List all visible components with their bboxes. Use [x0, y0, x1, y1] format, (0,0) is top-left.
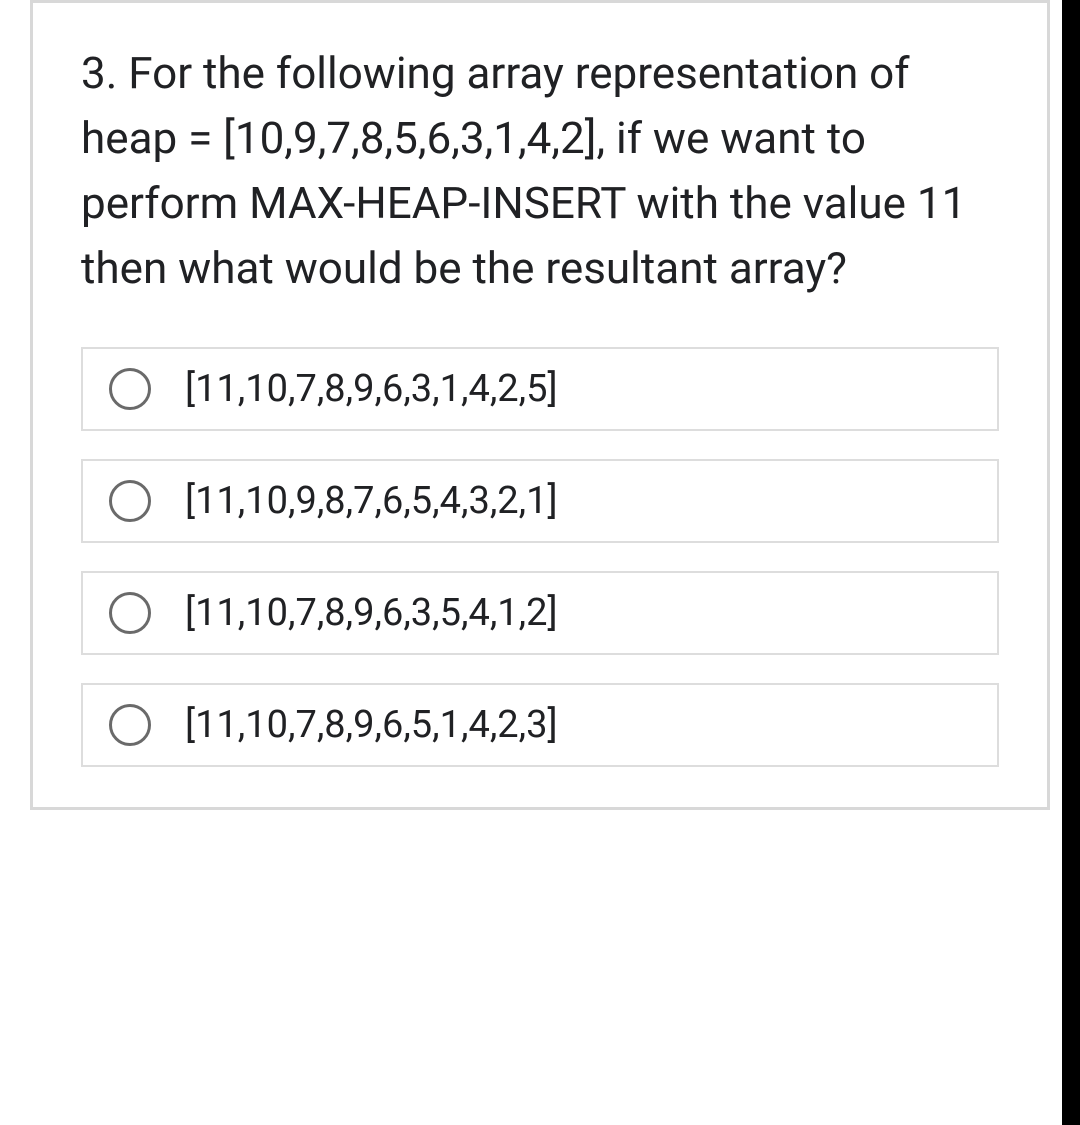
option-label: [11,10,9,8,7,6,5,4,3,2,1]: [185, 479, 558, 523]
radio-icon: [109, 368, 151, 410]
option-label: [11,10,7,8,9,6,5,1,4,2,3]: [185, 703, 558, 747]
option-b[interactable]: [11,10,9,8,7,6,5,4,3,2,1]: [81, 459, 999, 543]
radio-icon: [109, 480, 151, 522]
radio-icon: [109, 592, 151, 634]
option-c[interactable]: [11,10,7,8,9,6,3,5,4,1,2]: [81, 571, 999, 655]
question-text: 3. For the following array representatio…: [81, 41, 999, 301]
radio-icon: [109, 704, 151, 746]
option-label: [11,10,7,8,9,6,3,1,4,2,5]: [185, 367, 558, 411]
option-label: [11,10,7,8,9,6,3,5,4,1,2]: [185, 591, 558, 635]
question-card: 3. For the following array representatio…: [30, 0, 1050, 810]
option-d[interactable]: [11,10,7,8,9,6,5,1,4,2,3]: [81, 683, 999, 767]
options-list: [11,10,7,8,9,6,3,1,4,2,5] [11,10,9,8,7,6…: [81, 347, 999, 767]
right-edge-border: [1062, 0, 1080, 1125]
option-a[interactable]: [11,10,7,8,9,6,3,1,4,2,5]: [81, 347, 999, 431]
